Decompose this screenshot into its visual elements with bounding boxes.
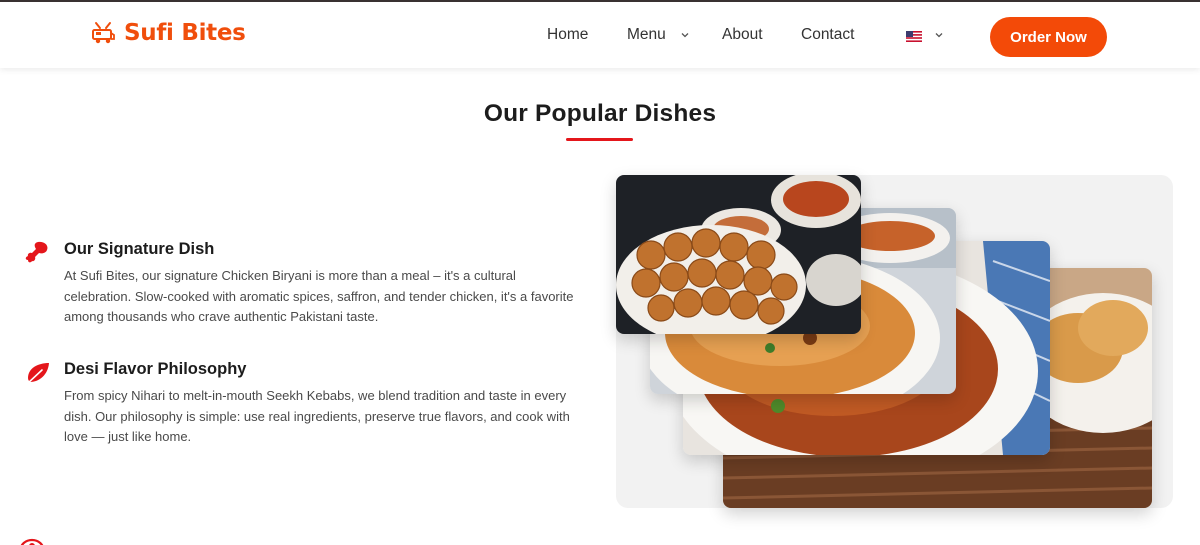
site-header: Sufi Bites Home Menu About Contact Order… bbox=[0, 2, 1200, 68]
section-title: Our Popular Dishes bbox=[483, 100, 717, 127]
chevron-down-icon[interactable] bbox=[680, 30, 690, 40]
nav-about[interactable]: About bbox=[722, 26, 763, 44]
title-underline bbox=[566, 138, 633, 141]
brand-logo[interactable]: Sufi Bites bbox=[90, 20, 246, 46]
language-chevron-icon[interactable] bbox=[934, 30, 944, 40]
food-truck-icon bbox=[92, 22, 115, 44]
feature-text: At Sufi Bites, our signature Chicken Bir… bbox=[64, 268, 574, 324]
feature-text: From spicy Nihari to melt-in-mouth Seekh… bbox=[64, 388, 570, 444]
dish-photo-bread-rolls[interactable] bbox=[616, 175, 861, 334]
nav-home[interactable]: Home bbox=[547, 26, 588, 44]
brand-name: Sufi Bites bbox=[124, 20, 246, 46]
order-now-button[interactable]: Order Now bbox=[990, 17, 1107, 57]
nav-menu[interactable]: Menu bbox=[627, 26, 666, 44]
leaf-icon bbox=[26, 363, 49, 385]
feature-title: Desi Flavor Philosophy bbox=[64, 360, 247, 378]
chicken-leg-icon bbox=[25, 241, 48, 263]
feature-title: Our Signature Dish bbox=[64, 240, 215, 258]
nav-contact[interactable]: Contact bbox=[801, 26, 854, 44]
us-flag-icon[interactable] bbox=[906, 31, 922, 42]
chef-hat-icon bbox=[20, 538, 44, 545]
